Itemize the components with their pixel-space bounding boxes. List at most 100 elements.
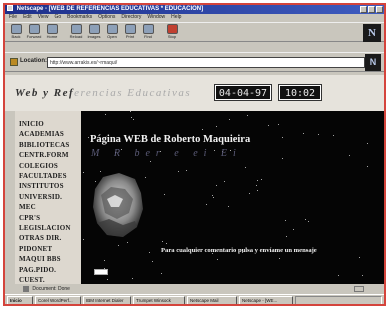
sidebar-item-academias[interactable]: ACADEMIAS — [19, 129, 81, 139]
star-dot — [286, 236, 288, 238]
reload-button[interactable]: Reload — [67, 23, 85, 42]
stop-button[interactable]: Stop — [163, 23, 181, 42]
star-dot — [132, 278, 134, 280]
sidebar-item-inicio[interactable]: INICIO — [19, 119, 81, 129]
star-dot — [349, 155, 351, 157]
location-label: Location: — [20, 58, 47, 64]
star-dot — [118, 245, 120, 247]
sidebar-item-legislacion[interactable]: LEGISLACION — [19, 223, 81, 233]
menu-options[interactable]: Options — [98, 14, 115, 21]
system-tray — [295, 296, 382, 304]
sidebar-item-centr-form[interactable]: CENTR.FORM — [19, 150, 81, 160]
window-title: Netscape - [WEB DE REFERENCIAS EDUCATIVA… — [16, 6, 204, 12]
toolbar: Back Forward Home Reload Images Open Pri… — [5, 22, 384, 42]
reload-icon — [70, 24, 82, 34]
sidebar-item-maqui-bbs[interactable]: MAQUI BBS — [19, 254, 81, 264]
status-bar: Document: Done — [5, 284, 384, 294]
star-dot — [256, 185, 258, 187]
star-dot — [362, 275, 364, 277]
task-internet-dialer[interactable]: IBM Internet Dialer — [83, 296, 131, 304]
star-dot — [367, 143, 369, 145]
star-dot — [178, 171, 180, 173]
star-dot — [247, 115, 249, 117]
open-button[interactable]: Open — [103, 23, 121, 42]
star-dot — [152, 261, 154, 263]
star-dot — [107, 279, 109, 281]
sidebar-item-bibliotecas[interactable]: BIBLIOTECAS — [19, 140, 81, 150]
star-dot — [282, 137, 284, 139]
url-input[interactable]: http://www.arrakis.es/~rmaqui/ — [47, 57, 365, 68]
sidebar-item-institutos[interactable]: INSTITUTOS — [19, 181, 81, 191]
mail-status-icon[interactable] — [354, 286, 364, 292]
start-button[interactable]: Inicio — [7, 296, 33, 304]
netscape-logo-icon[interactable]: N — [363, 24, 381, 42]
task-trumpet-winsock[interactable]: Trumpet Winsock — [133, 296, 185, 304]
sidebar-item-universid[interactable]: UNIVERSID. — [19, 192, 81, 202]
star-dot — [161, 273, 163, 275]
menu-edit[interactable]: Edit — [23, 14, 32, 21]
find-label: Find — [144, 34, 152, 39]
star-dot — [130, 111, 132, 113]
star-dot — [308, 221, 310, 223]
sidebar-item-otras-dir[interactable]: OTRAS DIR. — [19, 233, 81, 243]
star-dot — [359, 257, 361, 259]
back-icon — [10, 24, 22, 34]
bookmark-icon[interactable] — [10, 58, 18, 66]
forward-button[interactable]: Forward — [25, 23, 43, 42]
task-netscape-mail[interactable]: Netscape Mail — [187, 296, 237, 304]
home-icon — [46, 24, 58, 34]
star-dot — [83, 239, 85, 241]
star-dot — [305, 219, 307, 221]
print-button[interactable]: Print — [121, 23, 139, 42]
star-dot — [245, 167, 247, 169]
star-dot — [285, 220, 287, 222]
back-button[interactable]: Back — [7, 23, 25, 42]
task-netscape-window[interactable]: Netscape - [WE... — [239, 296, 293, 304]
banner-title-light: erencias Educativas — [74, 87, 192, 99]
star-dot — [202, 129, 204, 131]
menu-help[interactable]: Help — [171, 14, 181, 21]
star-dot — [257, 190, 259, 192]
star-dot — [333, 135, 335, 137]
star-dot — [249, 193, 251, 195]
minimize-button[interactable] — [360, 6, 367, 13]
sidebar-item-mec[interactable]: MEC — [19, 202, 81, 212]
star-dot — [213, 197, 215, 199]
star-dot — [229, 119, 231, 121]
browser-window: Netscape - [WEB DE REFERENCIAS EDUCATIVA… — [3, 3, 386, 306]
star-dot — [228, 206, 230, 208]
star-dot — [293, 229, 295, 231]
star-dot — [257, 180, 259, 182]
images-icon — [88, 24, 100, 34]
sidebar-item-facultades[interactable]: FACULTADES — [19, 171, 81, 181]
stop-label: Stop — [167, 34, 177, 39]
star-dot — [216, 126, 218, 128]
menu-bar: File Edit View Go Bookmarks Options Dire… — [5, 14, 384, 21]
menu-view[interactable]: View — [38, 14, 49, 21]
sidebar-item-pag-pido[interactable]: PAG.PIDO. — [19, 265, 81, 275]
menu-file[interactable]: File — [9, 14, 17, 21]
sidebar-item-colegios[interactable]: COLEGIOS — [19, 161, 81, 171]
star-dot — [338, 275, 340, 277]
menu-go[interactable]: Go — [54, 14, 61, 21]
menu-directory[interactable]: Directory — [121, 14, 141, 21]
home-button[interactable]: Home — [43, 23, 61, 42]
netscape-n-icon: N — [365, 54, 381, 71]
sidebar-item-pidonet[interactable]: PIDONET — [19, 244, 81, 254]
star-dot — [216, 185, 218, 187]
security-key-icon — [23, 285, 29, 292]
menu-bookmarks[interactable]: Bookmarks — [67, 14, 92, 21]
images-button[interactable]: Images — [85, 23, 103, 42]
find-icon — [142, 24, 154, 34]
find-button[interactable]: Find — [139, 23, 157, 42]
sidebar-item-cprs[interactable]: CPR'S — [19, 213, 81, 223]
star-dot — [150, 161, 152, 163]
star-dot — [186, 170, 188, 172]
maximize-button[interactable] — [368, 6, 375, 13]
task-corel[interactable]: Corel WordPerf... — [35, 296, 81, 304]
star-dot — [224, 181, 226, 183]
star-dot — [162, 241, 164, 243]
close-button[interactable] — [376, 6, 383, 13]
mail-icon[interactable] — [94, 269, 108, 275]
menu-window[interactable]: Window — [147, 14, 165, 21]
